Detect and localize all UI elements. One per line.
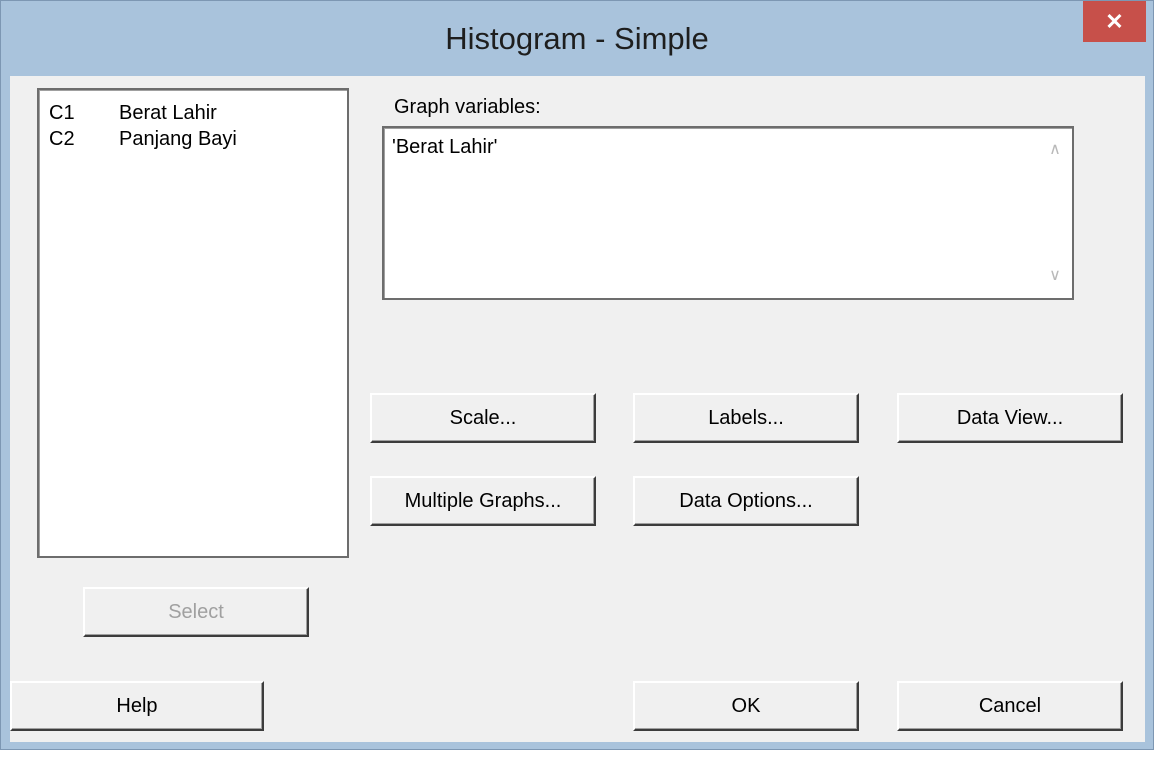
dialog-client-area: C1 Berat Lahir C2 Panjang Bayi Graph varia… [10,76,1145,742]
title-bar[interactable]: Histogram - Simple ✕ [1,1,1153,85]
ok-button[interactable]: OK [633,681,859,731]
column-id: C1 [49,102,75,124]
chevron-down-icon[interactable]: ∨ [1040,262,1070,290]
column-name: Panjang Bayi [119,128,237,150]
column-id: C2 [49,128,75,150]
close-icon: ✕ [1105,8,1124,34]
select-button[interactable]: Select [83,587,309,637]
column-name: Berat Lahir [119,102,217,124]
list-item[interactable]: C1 Berat Lahir [49,102,217,125]
cancel-button[interactable]: Cancel [897,681,1123,731]
data-view-button[interactable]: Data View... [897,393,1123,443]
multiple-graphs-button[interactable]: Multiple Graphs... [370,476,596,526]
vertical-scrollbar[interactable]: ∧ ∨ [1040,130,1070,296]
chevron-up-icon[interactable]: ∧ [1040,136,1070,164]
labels-button[interactable]: Labels... [633,393,859,443]
variable-listbox[interactable]: C1 Berat Lahir C2 Panjang Bayi [37,88,349,558]
graph-variables-label: Graph variables: [394,96,541,118]
window-title: Histogram - Simple [445,21,709,56]
help-button[interactable]: Help [10,681,264,731]
dialog-window: Histogram - Simple ✕ C1 Berat Lahir C2 Pan… [0,0,1154,750]
graph-variables-field[interactable]: 'Berat Lahir' ∧ ∨ [382,126,1074,300]
list-item[interactable]: C2 Panjang Bayi [49,128,237,151]
scale-button[interactable]: Scale... [370,393,596,443]
close-button[interactable]: ✕ [1083,1,1146,42]
graph-variables-value: 'Berat Lahir' [392,136,498,158]
data-options-button[interactable]: Data Options... [633,476,859,526]
